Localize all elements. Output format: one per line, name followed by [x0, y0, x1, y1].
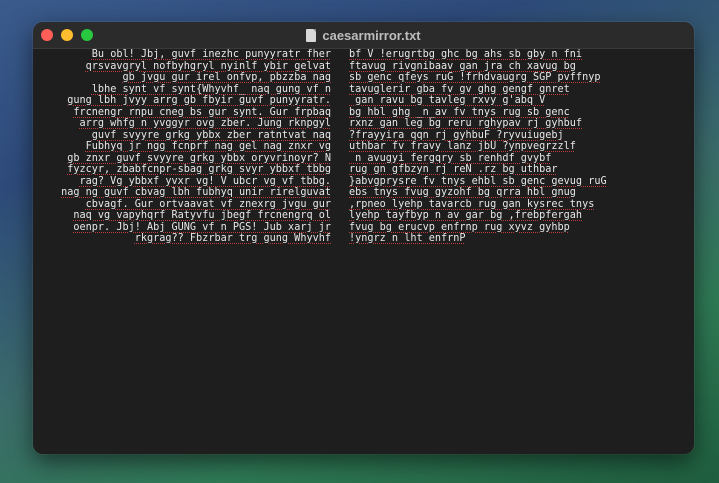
text-line: }abvgprysre fv tnys ehbl sb genc gevug r… — [349, 175, 607, 187]
text-line: nag ng guvf cbvag lbh fubhyq unir rirelg… — [61, 187, 331, 198]
right-text-column[interactable]: bf V !erugrtbg ghc bg ahs sb gby n fni ft… — [349, 49, 689, 245]
text-line: naq vg vapyhqrf Ratyvfu jbegf frcnengrq … — [73, 210, 331, 221]
text-line: gung lbh jvyy arrg gb fbyir guvf punyyra… — [67, 95, 331, 106]
document-icon — [306, 28, 317, 42]
text-line: arrg whfg n yvggyr ovg zber. Jung rknpgy… — [79, 118, 331, 129]
text-line: Fubhyq jr ngg fcnprf nag gel nag znxr vg — [85, 141, 331, 152]
text-line: n avugyi fergqry sb renhdf gvybf — [349, 152, 552, 164]
text-line: gan ravu bg tavleg rxvy g'abq V — [349, 95, 546, 106]
text-content-area[interactable]: Bu obl! Jbj, guvf inezhc punyyratr fher q… — [33, 49, 694, 454]
text-line: oenpr. Jbj! Abj GUNG vf n PGS! Jub xarj … — [73, 221, 331, 233]
text-line: lyehp tayfbyp n av gar bg ,frebpfergah — [349, 210, 583, 221]
text-line: lbhe synt vf synt{Whyvhf_ naq gung vf n — [91, 83, 331, 95]
text-line: cbvagf. Gur ortvaavat vf znexrg jvgu gur — [85, 198, 331, 210]
text-line: Bu obl! Jbj, guvf inezhc punyyratr fher — [91, 49, 331, 60]
text-line: gb jvgu gur irel onfvp, pbzzba nag — [122, 72, 331, 83]
text-line: ?frayyira qqn rj gyhbuF ?ryvuiugebj — [349, 129, 564, 141]
text-line: rug gn gfbzyn rj reN .rz bg uthbar — [349, 164, 558, 175]
text-line: uthbar fv fravy lanz jbU ?ynpvegrzzlf — [349, 141, 576, 152]
title-group: caesarmirror.txt — [33, 22, 694, 48]
window-titlebar[interactable]: caesarmirror.txt — [33, 22, 694, 49]
text-line: fyzcyr, zbabfcnpr-sbag grkg svyr ybbxf t… — [67, 164, 331, 175]
text-line: rkgrag?? Fbzrbar trg gung Whyvhf — [134, 233, 331, 244]
text-line: tavuglerir gba fv gv ghg gengf gnret — [349, 83, 570, 95]
text-line: gb znxr guvf svyyre grkg ybbx oryvrinoyr… — [67, 152, 331, 164]
text-line: bg hbl ghg _n_av fv tnys rug sb genc — [349, 106, 570, 118]
window-title: caesarmirror.txt — [322, 27, 421, 43]
text-line: rag? Vg ybbxf yvxr vg! V ubcr vg vf tbbg… — [79, 175, 331, 187]
text-line: ftavug rivgnibaav gan jra ch xavug bg — [349, 60, 576, 72]
text-line: !yngrz n lht enfrnP — [349, 233, 466, 244]
text-line: frcnengr rnpu cneg bs gur synt. Gur frpb… — [73, 106, 331, 118]
text-line: fvug bg erucvp enfrnp rug xyvz gyhbp — [349, 221, 570, 233]
text-line: rxnz gan leg bg reru rghypav rj gyhbuf — [349, 118, 583, 129]
text-line: bf V !erugrtbg ghc bg ahs sb gby n fni — [349, 49, 583, 60]
text-editor-window: caesarmirror.txt Bu obl! Jbj, guvf inezh… — [33, 22, 694, 454]
text-line: qrsvavgryl nofbyhgryl nyinlf ybir gelvat — [85, 60, 331, 72]
text-line: ,rpneo lyehp tavarcb rug gan kysrec tnys — [349, 198, 595, 210]
text-line: guvf svyyre grkg ybbx zber ratntvat naq — [91, 129, 331, 141]
text-line: sb genc qfeys ruG !frhdvaugrg SGP pvffny… — [349, 72, 601, 83]
left-text-column[interactable]: Bu obl! Jbj, guvf inezhc punyyratr fher q… — [35, 49, 331, 245]
text-line: ebs tnys fvug gyzohf bg qrra hbl gnug — [349, 187, 576, 198]
